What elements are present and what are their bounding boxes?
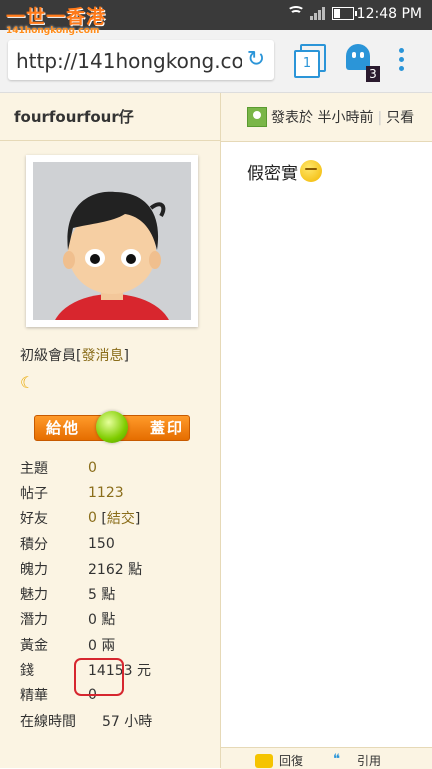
stat-row: 積分 150 [20, 535, 115, 553]
highlight-circle [74, 658, 124, 696]
stat-row: 魅力 5 點 [20, 587, 116, 604]
url-text: http://141hongkong.com [16, 49, 242, 73]
stamp-ball-icon [96, 411, 128, 443]
stamp-button[interactable]: 給他 蓋印 [34, 411, 190, 443]
post-content: 假密實 [247, 159, 322, 184]
status-icons [287, 6, 357, 20]
reply-link[interactable]: 回復 [279, 752, 303, 769]
clock: 12:48 PM [356, 6, 422, 22]
browser-toolbar: http://141hongkong.com ↻ 1 3 [0, 30, 432, 93]
send-message-link[interactable]: 發消息 [81, 348, 123, 364]
stat-row: 帖子 1123 [20, 484, 124, 502]
tabs-button[interactable]: 1 [294, 44, 326, 78]
avatar-cartoon-icon [55, 191, 169, 320]
reply-icon[interactable] [255, 754, 273, 768]
signal-icon [310, 6, 326, 20]
stat-row: 主題 0 [20, 459, 97, 477]
quote-icon[interactable]: ❝ [333, 752, 340, 767]
site-logo-domain: 141hongkong.com [6, 26, 100, 36]
stat-row: 潛力 0 點 [20, 612, 116, 629]
avatar[interactable] [26, 155, 198, 327]
username[interactable]: fourfourfour仔 [14, 108, 134, 126]
post-header: 發表於 半小時前 | 只看 [221, 93, 432, 142]
post-panel: 發表於 半小時前 | 只看 假密實 回復 ❝ 引用 [221, 93, 432, 769]
stat-row: 在線時間 57 小時 [20, 713, 153, 730]
wifi-icon [287, 6, 305, 20]
stamp-label-right: 蓋印 [150, 419, 185, 437]
user-rank: 初級會員[發消息] [20, 348, 129, 364]
ghost-badge: 3 [366, 66, 380, 82]
laughing-emoji-icon [300, 160, 322, 182]
online-user-icon [247, 107, 267, 127]
stat-row: 魄力 2162 點 [20, 561, 143, 578]
add-friend-link[interactable]: 結交 [107, 511, 135, 527]
tab-count: 1 [294, 50, 320, 78]
stamp-label-left: 給他 [46, 419, 81, 437]
user-profile-panel: fourfourfour仔 初級會員[發消息] ☾ 給他 蓋印 主題 0 帖子 … [0, 93, 221, 768]
stat-row: 黃金 0 兩 [20, 637, 116, 654]
address-bar[interactable]: http://141hongkong.com ↻ [8, 40, 274, 80]
site-logo: 一世一香港 [6, 6, 107, 28]
quote-link[interactable]: 引用 [357, 752, 381, 769]
battery-icon [332, 6, 357, 20]
post-actions: 回復 ❝ 引用 [221, 747, 432, 769]
overflow-menu-icon[interactable] [398, 48, 406, 75]
view-only-link[interactable]: 只看 [386, 110, 414, 126]
ghost-icon[interactable]: 3 [346, 44, 380, 82]
stat-row: 好友 0 [結交] [20, 510, 141, 528]
moon-icon: ☾ [20, 373, 35, 392]
post-time: 發表於 半小時前 [271, 110, 374, 126]
reload-icon[interactable]: ↻ [244, 48, 268, 72]
